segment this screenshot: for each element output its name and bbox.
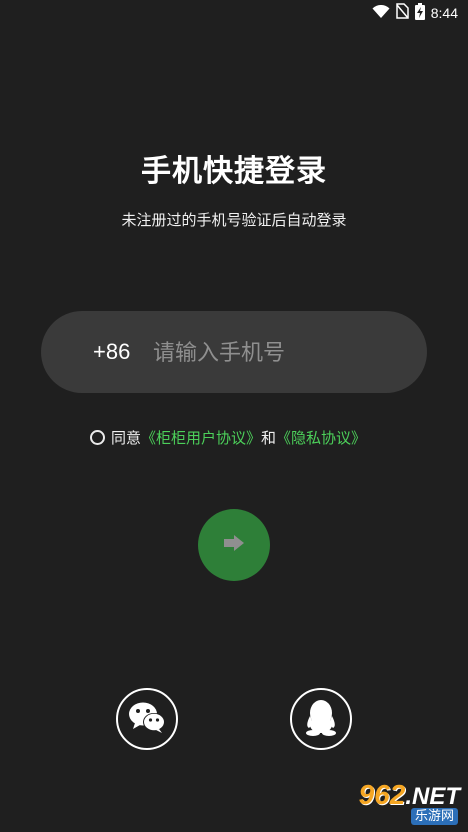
page-subtitle: 未注册过的手机号验证后自动登录: [121, 211, 347, 229]
wifi-icon: [372, 4, 390, 23]
user-agreement-link[interactable]: 《柜柜用户协议》: [141, 427, 261, 448]
agreement-checkbox[interactable]: [90, 429, 105, 445]
no-sim-icon: [396, 3, 409, 23]
qq-login-button[interactable]: [290, 688, 352, 750]
phone-input-container[interactable]: +86: [41, 311, 427, 393]
watermark-number: 962: [358, 779, 406, 810]
status-time: 8:44: [430, 5, 458, 21]
site-watermark-logo: 962.NET 乐游网: [330, 780, 460, 826]
watermark-bottom: 乐游网: [410, 808, 458, 825]
status-icons: 8:44: [372, 2, 458, 24]
agreement-row: 同意 《柜柜用户协议》 和 《隐私协议》: [90, 426, 366, 448]
privacy-policy-link[interactable]: 《隐私协议》: [276, 427, 366, 448]
battery-charging-icon: [414, 2, 425, 24]
country-code[interactable]: +86: [93, 311, 130, 393]
status-bar: 8:44: [0, 0, 468, 26]
phone-number-input[interactable]: [151, 331, 405, 375]
agreement-conjunction: 和: [261, 428, 277, 447]
agreement-prefix: 同意: [111, 428, 142, 447]
wechat-icon: [127, 700, 167, 738]
qq-penguin-icon: [304, 698, 338, 740]
watermark-net: .NET: [405, 783, 460, 810]
submit-button[interactable]: [198, 509, 270, 581]
page-title: 手机快捷登录: [141, 154, 327, 189]
wechat-login-button[interactable]: [116, 688, 178, 750]
arrow-right-icon: [223, 534, 245, 556]
